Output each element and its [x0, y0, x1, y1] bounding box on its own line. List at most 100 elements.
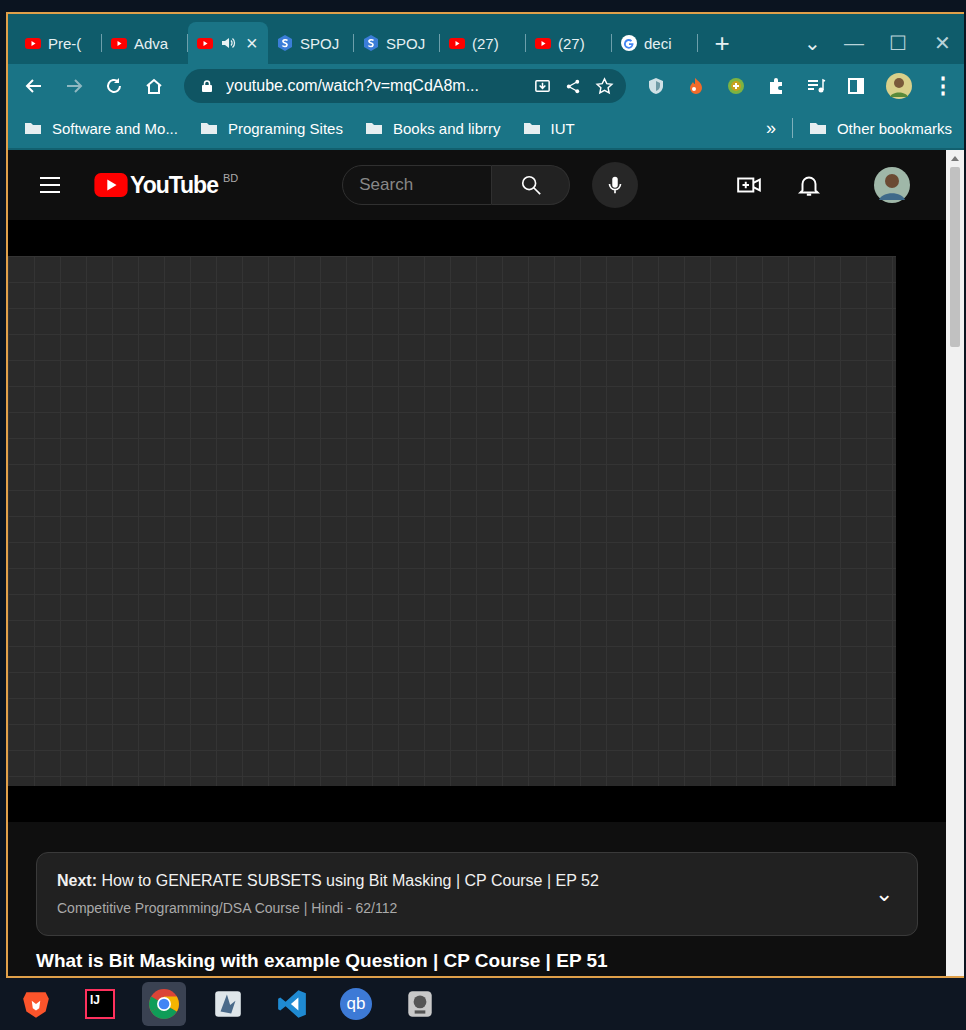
bookmark-folder[interactable]: Software and Mo...: [24, 120, 178, 137]
bookmarks-overflow-button[interactable]: »: [766, 118, 776, 139]
qbittorrent-icon: qb: [340, 988, 372, 1020]
notifications-bell-icon[interactable]: [796, 172, 822, 198]
brave-icon: [20, 988, 52, 1020]
youtube-icon: [110, 34, 128, 52]
profile-avatar-icon[interactable]: [886, 73, 912, 99]
youtube-icon: [196, 34, 214, 52]
lock-icon: [200, 79, 214, 93]
browser-tab[interactable]: (27): [440, 22, 526, 64]
folder-icon: [809, 121, 827, 135]
voice-search-button[interactable]: [592, 162, 638, 208]
address-bar[interactable]: youtube.com/watch?v=mqCdA8m...: [184, 69, 626, 103]
browser-tab[interactable]: Pre-(: [16, 22, 102, 64]
extension-plus-icon[interactable]: [726, 76, 746, 96]
extension-flame-icon[interactable]: [686, 76, 706, 96]
taskbar-app[interactable]: [14, 982, 58, 1026]
maximize-button[interactable]: ☐: [876, 22, 920, 64]
folder-icon: [523, 121, 541, 135]
tab-title: deci: [644, 35, 672, 52]
browser-tab[interactable]: ×: [188, 22, 268, 64]
search-bar: Search: [342, 162, 638, 208]
speaker-icon[interactable]: [220, 35, 236, 51]
up-next-title: Next: How to GENERATE SUBSETS using Bit …: [57, 872, 875, 890]
bookmark-folder[interactable]: IUT: [523, 120, 575, 137]
other-bookmarks-folder[interactable]: Other bookmarks: [809, 120, 952, 137]
tab-strip: Pre-( Adva × SPOJ SPOJ (27) (27) deci + ⌄—☐✕: [8, 14, 964, 64]
playlist-name: Competitive Programming/DSA Course | Hin…: [57, 900, 875, 916]
browser-tab[interactable]: SPOJ: [354, 22, 440, 64]
media-controls-icon[interactable]: [806, 76, 826, 96]
create-video-icon[interactable]: [736, 172, 762, 198]
tab-title: (27): [472, 35, 499, 52]
app-icon: [212, 988, 244, 1020]
tool-icon: [404, 988, 436, 1020]
tab-title: Pre-(: [48, 35, 81, 52]
browser-tab[interactable]: (27): [526, 22, 612, 64]
taskbar-app[interactable]: qb: [334, 982, 378, 1026]
home-icon[interactable]: [144, 76, 164, 96]
folder-icon: [200, 121, 218, 135]
share-icon[interactable]: [564, 77, 583, 96]
folder-icon: [24, 121, 42, 135]
google-icon: [620, 34, 638, 52]
youtube-play-icon: [94, 173, 128, 197]
minimize-button[interactable]: —: [832, 22, 876, 64]
bookmark-folder[interactable]: Books and librry: [365, 120, 501, 137]
tab-title: SPOJ: [386, 35, 425, 52]
taskbar: IJ qb: [0, 978, 966, 1030]
browser-tab[interactable]: SPOJ: [268, 22, 354, 64]
taskbar-app[interactable]: [206, 982, 250, 1026]
tab-title: SPOJ: [300, 35, 339, 52]
back-arrow-icon[interactable]: [24, 76, 44, 96]
side-panel-icon[interactable]: [846, 76, 866, 96]
search-button[interactable]: [492, 165, 570, 205]
install-icon[interactable]: [533, 77, 552, 96]
search-icon: [520, 174, 542, 196]
bookmark-folder[interactable]: Programing Sites: [200, 120, 343, 137]
close-window-button[interactable]: ✕: [920, 22, 964, 64]
browser-tab[interactable]: Adva: [102, 22, 188, 64]
browser-window: Pre-(Adva×SPOJSPOJ(27)(27)deci+⌄—☐✕youtu…: [6, 12, 964, 978]
youtube-header: YouTubeBD Search: [8, 150, 946, 220]
star-icon[interactable]: [595, 77, 614, 96]
forward-arrow-icon[interactable]: [64, 76, 84, 96]
taskbar-app[interactable]: [398, 982, 442, 1026]
youtube-icon: [448, 34, 466, 52]
web-page: YouTubeBD Search Next: How to GENERATE SUB…: [8, 150, 964, 976]
scrollbar-thumb[interactable]: [950, 167, 960, 347]
youtube-page: YouTubeBD Search Next: How to GENERATE SUB…: [8, 150, 946, 976]
toolbar: youtube.com/watch?v=mqCdA8m... ⋮: [8, 64, 964, 108]
youtube-icon: [534, 34, 552, 52]
taskbar-app[interactable]: [270, 982, 314, 1026]
taskbar-app[interactable]: IJ: [78, 982, 122, 1026]
shield-icon[interactable]: [646, 76, 666, 96]
microphone-icon: [604, 174, 626, 196]
page-scrollbar[interactable]: [946, 150, 964, 976]
spoj-icon: [276, 34, 294, 52]
search-input[interactable]: Search: [342, 165, 492, 205]
account-avatar-icon[interactable]: [874, 167, 910, 203]
chrome-menu-button[interactable]: ⋮: [932, 73, 954, 99]
desktop: Pre-(Adva×SPOJSPOJ(27)(27)deci+⌄—☐✕youtu…: [0, 0, 966, 1030]
up-next-card[interactable]: Next: How to GENERATE SUBSETS using Bit …: [36, 852, 918, 936]
chrome-icon: [148, 988, 180, 1020]
browser-tab[interactable]: deci: [612, 22, 698, 64]
video-frame: [8, 256, 896, 786]
spoj-icon: [362, 34, 380, 52]
hamburger-menu-icon[interactable]: [38, 173, 62, 197]
youtube-logo[interactable]: YouTubeBD: [94, 172, 238, 198]
expand-playlist-button[interactable]: ⌄: [875, 881, 893, 907]
reload-icon[interactable]: [104, 76, 124, 96]
youtube-icon: [24, 34, 42, 52]
tab-close-button[interactable]: ×: [246, 32, 258, 55]
tab-title: Adva: [134, 35, 168, 52]
new-tab-button[interactable]: +: [702, 22, 742, 64]
extensions-puzzle-icon[interactable]: [766, 76, 786, 96]
tab-search-button[interactable]: ⌄: [792, 22, 832, 64]
taskbar-app[interactable]: [142, 982, 186, 1026]
folder-icon: [365, 121, 383, 135]
tab-title: (27): [558, 35, 585, 52]
intellij-icon: IJ: [85, 989, 115, 1019]
url-text: youtube.com/watch?v=mqCdA8m...: [226, 77, 521, 95]
video-player[interactable]: [8, 220, 946, 822]
